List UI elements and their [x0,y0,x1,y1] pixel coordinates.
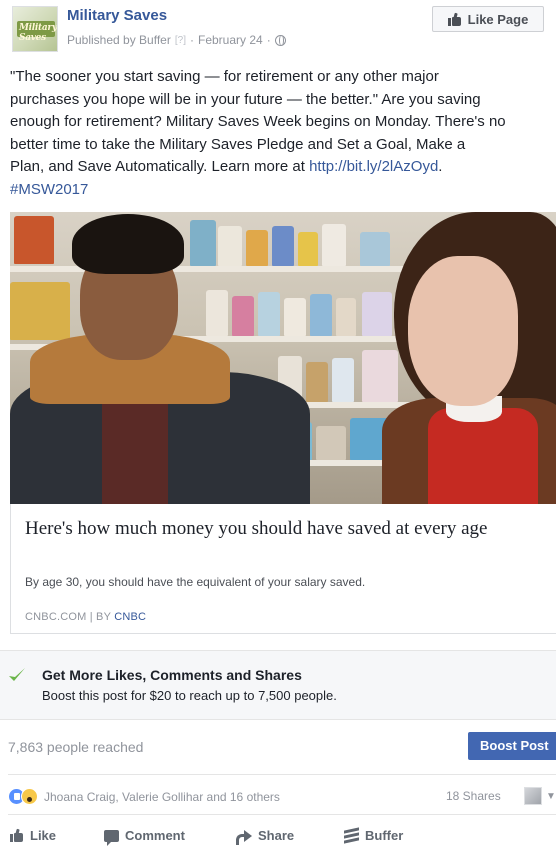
share-button[interactable]: Share [236,828,295,845]
shelf-product [258,292,280,336]
shelf-product [206,290,228,336]
shelf-product [284,298,306,336]
post-line-text: Plan, and Save Automatically. Learn more… [10,158,310,175]
share-icon [236,829,252,845]
preview-headline[interactable]: Here's how much money you should have sa… [25,516,556,542]
shelf-product [360,232,390,266]
post-message: "The sooner you start saving — for retir… [10,66,556,201]
post-line: enough for retirement? Military Saves We… [10,113,506,130]
shelf-product [336,298,356,336]
post-date[interactable]: February 24 [198,33,263,47]
shelf-product [190,220,216,266]
chevron-down-icon[interactable]: ▼ [546,791,556,802]
shelf-product [362,350,398,402]
shelf-product [272,226,294,266]
shelf-product [218,226,242,266]
page-name-link[interactable]: Military Saves [67,7,167,24]
reactions-summary[interactable]: Jhoana Craig, Valerie Gollihar and 16 ot… [8,788,280,805]
help-mark[interactable]: [?] [175,35,186,46]
shelf-product [316,426,346,460]
thumbs-up-icon [447,12,462,26]
link-preview-card[interactable]: Here's how much money you should have sa… [10,504,556,634]
boost-banner[interactable] [0,650,556,720]
action-bar: Like Comment Share Buffer [0,826,556,852]
avatar-logo-text: Military Saves [19,23,57,43]
preview-source-author[interactable]: CNBC [114,611,146,623]
globe-icon[interactable] [274,34,286,46]
comment-icon [104,829,119,846]
shelf-product [310,294,332,336]
preview-source-domain: CNBC.COM | BY [25,611,115,623]
post-link[interactable]: http://bit.ly/2lAzOyd [309,158,438,175]
post-line: purchases you hope will be in your futur… [10,90,481,108]
meta-separator-2: · [266,33,271,47]
woman-sweater [428,408,538,504]
buffer-label: Buffer [365,828,404,843]
reaction-names[interactable]: Jhoana Craig, Valerie Gollihar and 16 ot… [44,790,280,804]
man-hair [72,214,184,274]
preview-source: CNBC.COM | BY CNBC [25,611,146,623]
shelf-product [332,358,354,402]
buffer-button[interactable]: Buffer [344,827,404,844]
like-page-label: Like Page [467,11,529,27]
shelf-product [322,224,346,266]
published-by-text: Published by Buffer [67,33,171,47]
post-line: better time to take the Military Saves P… [10,135,466,153]
comment-button[interactable]: Comment [104,828,185,846]
divider [8,774,556,775]
divider [8,814,556,815]
like-label: Like [30,828,57,843]
preview-description: By age 30, you should have the equivalen… [25,575,366,589]
comment-label: Comment [125,828,185,843]
like-page-button[interactable]: Like Page [432,6,544,32]
shelf-product [306,362,328,402]
post-line: Plan, and Save Automatically. Learn more… [10,156,556,179]
boost-post-button[interactable]: Boost Post [468,732,556,760]
people-reached[interactable]: 7,863 people reached [8,739,143,755]
wow-reaction-icon [21,788,38,805]
post-header: Military Saves Military Saves Published … [0,0,556,62]
woman-face [408,256,518,406]
meta-separator: · [189,33,194,47]
shares-count[interactable]: 18 Shares [446,789,501,803]
link-preview-image[interactable] [10,212,556,504]
post-meta: Published by Buffer [?] · February 24 · [67,33,286,47]
hashtag-link[interactable]: #MSW2017 [10,179,556,202]
share-label: Share [258,828,295,843]
post-line-end: . [438,158,443,175]
shelf-product [10,282,70,340]
share-as-avatar[interactable] [524,787,542,805]
like-button[interactable]: Like [10,828,56,843]
shelf-product [298,232,318,266]
boost-title: Get More Likes, Comments and Shares [42,667,302,683]
shelf-product [362,292,392,336]
thumbs-up-icon [10,828,24,842]
shelf-product [232,296,254,336]
shelf-product [14,216,54,264]
buffer-icon [344,827,359,844]
boost-subtitle: Boost this post for $20 to reach up to 7… [42,688,337,703]
shelf-product [246,230,268,266]
post-line: "The sooner you start saving — for retir… [10,68,439,85]
page-avatar[interactable]: Military Saves [12,6,58,52]
checkmark-icon [9,668,25,681]
